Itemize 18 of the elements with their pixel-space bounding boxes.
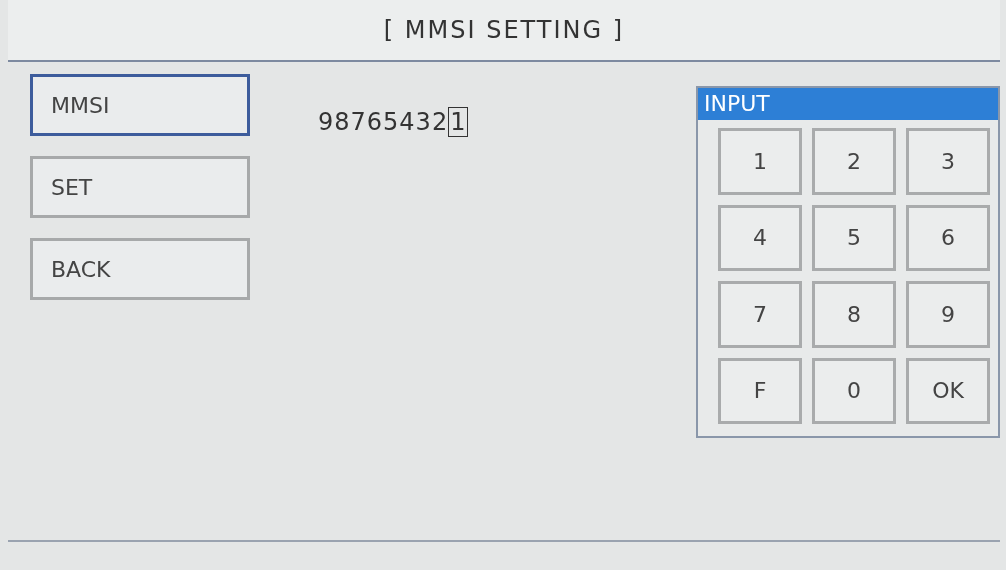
menu-button[interactable]: SET xyxy=(30,156,250,218)
panel-title: INPUT xyxy=(698,88,998,120)
mmsi-value[interactable]: 98765432 1 xyxy=(318,104,469,134)
keypad-key[interactable]: 4 xyxy=(718,204,802,271)
keypad-key[interactable]: 0 xyxy=(812,357,896,424)
keypad-key[interactable]: 5 xyxy=(812,204,896,271)
menu-button[interactable]: BACK xyxy=(30,238,250,300)
keypad-key[interactable]: 2 xyxy=(812,128,896,195)
keypad-key[interactable]: 6 xyxy=(906,204,990,271)
keypad-key[interactable]: 1 xyxy=(718,128,802,195)
keypad-key[interactable]: 8 xyxy=(812,281,896,348)
keypad-key[interactable]: F xyxy=(718,357,802,424)
keypad-key[interactable]: 7 xyxy=(718,281,802,348)
keypad-key[interactable]: OK xyxy=(906,357,990,424)
keypad-key[interactable]: 9 xyxy=(906,281,990,348)
menu-button[interactable]: MMSI xyxy=(30,74,250,136)
screen-title: [ MMSI SETTING ] xyxy=(383,15,625,46)
keypad-key[interactable]: 3 xyxy=(906,128,990,195)
